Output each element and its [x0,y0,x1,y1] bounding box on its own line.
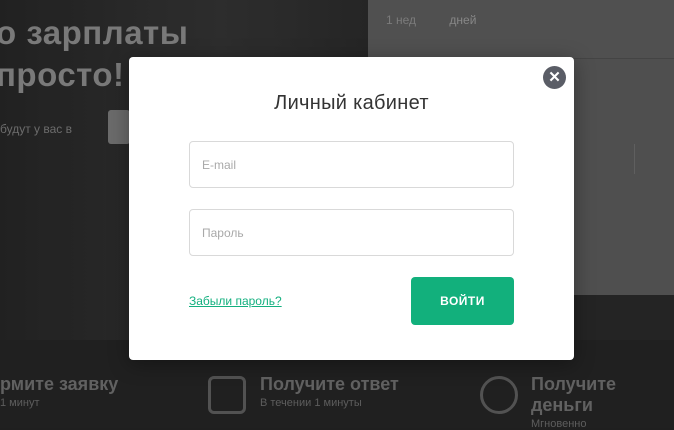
forgot-password-link[interactable]: Забыли пароль? [189,294,282,308]
email-field[interactable] [189,141,514,188]
login-modal: Личный кабинет Забыли пароль? ВОЙТИ [129,57,574,360]
close-icon[interactable]: ✕ [543,66,566,89]
login-button[interactable]: ВОЙТИ [411,277,514,325]
password-field[interactable] [189,209,514,256]
modal-title: Личный кабинет [274,92,429,114]
